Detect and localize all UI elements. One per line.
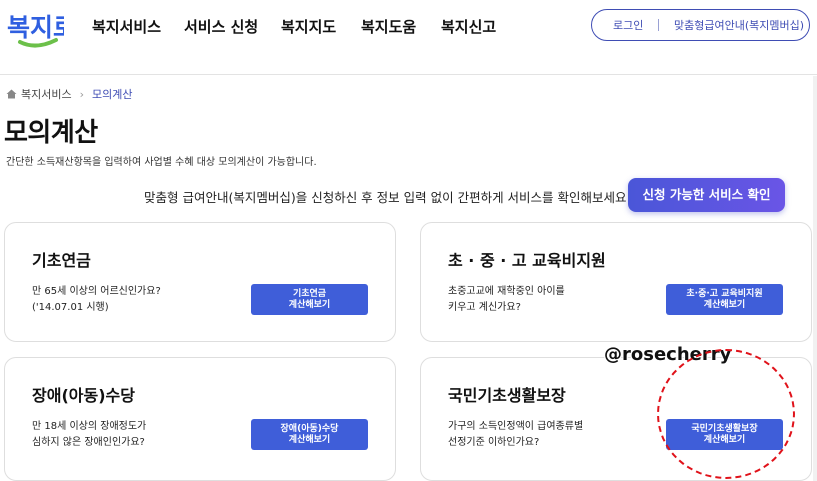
membership-link[interactable]: 맞춤형급여안내(복지멤버십) [674, 17, 804, 33]
nav-welfare-map[interactable]: 복지지도 [281, 16, 336, 37]
card-description: 만 65세 이상의 어르신인가요? ('14.07.01 시행) [32, 286, 161, 313]
calc-education-button[interactable]: 초·중·고 교육비지원 계산해보기 [666, 284, 783, 315]
home-icon[interactable] [6, 89, 17, 102]
watermark: @rosecherry [604, 344, 732, 365]
button-label: 초·중·고 교육비지원 [686, 288, 763, 299]
check-services-button[interactable]: 신청 가능한 서비스 확인 [628, 178, 785, 212]
button-label: 계산해보기 [288, 299, 331, 310]
card-title: 국민기초생활보장 [448, 386, 566, 405]
nav-welfare-services[interactable]: 복지서비스 [92, 16, 161, 37]
card-title: 초 · 중 · 고 교육비지원 [448, 251, 606, 270]
calc-disability-button[interactable]: 장애(아동)수당 계산해보기 [251, 419, 368, 450]
nav-welfare-report[interactable]: 복지신고 [441, 16, 496, 37]
button-label: 기초연금 [292, 288, 327, 299]
svg-text:복지로: 복지로 [7, 13, 64, 42]
card-description: 만 18세 이상의 장애정도가 심하지 않은 장애인인가요? [32, 421, 147, 448]
breadcrumb-current: 모의계산 [92, 88, 133, 101]
card-education-support: 초 · 중 · 고 교육비지원 초중고교에 재학중인 아이를 키우고 계신가요?… [420, 222, 812, 342]
page-description: 간단한 소득재산항목을 입력하여 사업별 수혜 대상 모의계산이 가능합니다. [6, 157, 317, 168]
bokjiro-logo[interactable]: 복지로 [6, 6, 64, 50]
breadcrumb: 복지서비스 › 모의계산 [6, 86, 133, 102]
scrollbar[interactable] [813, 76, 817, 481]
nav-service-apply[interactable]: 서비스 신청 [184, 16, 258, 37]
button-label: 국민기초생활보장 [691, 423, 758, 434]
page-title: 모의계산 [4, 118, 98, 148]
button-label: 계산해보기 [703, 434, 746, 445]
login-link[interactable]: 로그인 [613, 17, 643, 33]
calc-livelihood-button[interactable]: 국민기초생활보장 계산해보기 [666, 419, 783, 450]
promo-text: 맞춤형 급여안내(복지멤버십)을 신청하신 후 정보 입력 없이 간편하게 서비… [144, 190, 632, 205]
card-title: 장애(아동)수당 [32, 386, 135, 405]
user-actions: 로그인 맞춤형급여안내(복지멤버십) [591, 9, 810, 41]
calc-basic-pension-button[interactable]: 기초연금 계산해보기 [251, 284, 368, 315]
card-disability-allowance: 장애(아동)수당 만 18세 이상의 장애정도가 심하지 않은 장애인인가요? … [4, 357, 396, 481]
card-basic-pension: 기초연금 만 65세 이상의 어르신인가요? ('14.07.01 시행) 기초… [4, 222, 396, 342]
chevron-right-icon: › [79, 88, 85, 101]
card-basic-livelihood: 국민기초생활보장 가구의 소득인정액이 급여종류별 선정기준 이하인가요? 국민… [420, 357, 812, 481]
nav-welfare-help[interactable]: 복지도움 [361, 16, 416, 37]
card-title: 기초연금 [32, 251, 91, 270]
button-label: 계산해보기 [288, 434, 331, 445]
button-label: 장애(아동)수당 [280, 423, 339, 434]
card-description: 초중고교에 재학중인 아이를 키우고 계신가요? [448, 286, 565, 313]
breadcrumb-home[interactable]: 복지서비스 [21, 88, 72, 101]
card-description: 가구의 소득인정액이 급여종류별 선정기준 이하인가요? [448, 421, 584, 448]
divider [658, 19, 659, 31]
site-header: 복지로 복지서비스 서비스 신청 복지지도 복지도움 복지신고 로그인 맞춤형급… [0, 0, 817, 75]
button-label: 계산해보기 [703, 299, 746, 310]
